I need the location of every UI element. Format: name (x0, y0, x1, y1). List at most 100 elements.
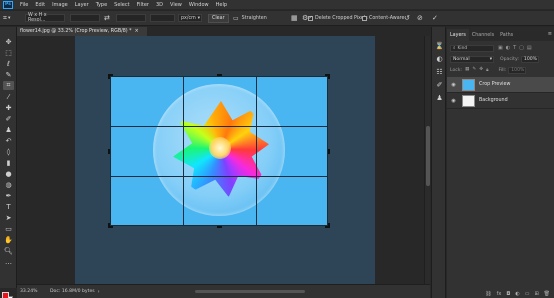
layer-crop-preview[interactable]: ◉ Crop Preview (447, 77, 554, 93)
status-menu-arrow[interactable]: › (98, 289, 100, 295)
lasso-tool[interactable]: ℓ (3, 59, 14, 68)
add-mask-icon[interactable]: ◘ (506, 291, 510, 297)
crop-handle-bottom-right[interactable] (325, 223, 330, 228)
tab-paths[interactable]: Paths (497, 29, 516, 41)
brush-tool[interactable]: ✐ (3, 114, 14, 123)
menu-select[interactable]: Select (114, 2, 129, 8)
adjustment-layer-icon[interactable]: ◐ (515, 291, 519, 297)
ratio-select[interactable]: W x H x Resol... (25, 13, 65, 23)
marquee-tool[interactable]: ⬚ (3, 48, 14, 57)
type-tool[interactable]: T (3, 202, 14, 211)
unit-select[interactable]: px/cm ▾ (178, 14, 202, 22)
gradient-tool[interactable]: ▮ (3, 158, 14, 167)
tab-channels[interactable]: Channels (469, 29, 497, 41)
resolution-field[interactable] (150, 14, 175, 22)
menu-edit[interactable]: Edit (35, 2, 45, 8)
eyedropper-tool[interactable]: ⁄ (3, 92, 14, 101)
lock-all-icon[interactable]: 🔒︎ (486, 67, 488, 73)
adjustments-panel-button[interactable]: ◐ (434, 54, 445, 63)
hand-tool[interactable]: ✋ (3, 235, 14, 244)
crop-handle-top[interactable] (217, 74, 222, 76)
adjustment-filter-icon[interactable]: ◐ (506, 45, 510, 51)
commit-button[interactable]: ✓ (432, 14, 438, 23)
menu-layer[interactable]: Layer (75, 2, 89, 8)
properties-panel-button[interactable]: ☷ (434, 67, 445, 76)
smart-object-filter-icon[interactable]: ▤ (527, 45, 532, 51)
history-brush-tool[interactable]: ↶ (3, 136, 14, 145)
cancel-button[interactable]: ⊘ (417, 14, 423, 23)
straighten-button[interactable]: ▭ Straighten (233, 14, 267, 23)
healing-tool[interactable]: ✚ (3, 103, 14, 112)
stamp-tool[interactable]: ♟ (3, 125, 14, 134)
tab-layers[interactable]: Layers (447, 29, 469, 41)
visibility-eye-icon[interactable]: ◉ (449, 98, 458, 104)
layer-style-icon[interactable]: fx (497, 291, 502, 297)
dodge-tool[interactable]: ◍ (3, 180, 14, 189)
path-select-tool[interactable]: ➤ (3, 213, 14, 222)
pixel-filter-icon[interactable]: ▣ (498, 45, 503, 51)
menu-type[interactable]: Type (96, 2, 107, 8)
menu-filter[interactable]: Filter (137, 2, 149, 8)
kind-filter-select[interactable]: ⌕ Kind (450, 44, 494, 52)
crop-icon: ⌗ (3, 14, 7, 22)
vertical-scroll-thumb[interactable] (426, 126, 430, 186)
crop-handle-bottom-left[interactable] (108, 223, 113, 228)
blur-tool[interactable]: ● (3, 169, 14, 178)
delete-cropped-checkbox[interactable]: Delete Cropped Pixels (308, 14, 368, 23)
crop-handle-top-left[interactable] (108, 74, 113, 79)
clone-source-panel-button[interactable]: ♟ (434, 93, 445, 102)
new-group-icon[interactable]: ▭ (525, 291, 530, 297)
delete-layer-icon[interactable]: 🗑︎ (544, 291, 550, 297)
horizontal-scroll-thumb[interactable] (195, 290, 305, 293)
reset-button[interactable]: ↺ (404, 14, 410, 23)
swap-button[interactable]: ⇄ (104, 14, 110, 23)
clear-button[interactable]: Clear (208, 14, 229, 23)
brush-panel-button[interactable]: ✐ (434, 80, 445, 89)
document-tab[interactable]: flower14.jpg @ 33.2% (Crop Preview, RGB/… (17, 27, 147, 36)
more-tools[interactable]: … (3, 257, 14, 266)
close-tab-icon[interactable]: × (135, 29, 139, 34)
crop-tool-preset[interactable]: ⌗ ▾ (3, 14, 10, 23)
crop-handle-top-right[interactable] (325, 74, 330, 79)
vertical-scrollbar[interactable] (424, 36, 430, 284)
width-field[interactable] (70, 14, 100, 22)
blend-mode-select[interactable]: Normal ▾ (450, 55, 494, 63)
history-panel-button[interactable]: ⌛ (434, 41, 445, 50)
foreground-color-swatch[interactable] (2, 292, 9, 298)
menu-image[interactable]: Image (52, 2, 68, 8)
fill-input[interactable]: 100% (508, 66, 527, 74)
new-layer-icon[interactable]: ⊞ (534, 291, 538, 297)
pen-tool[interactable]: ✒ (3, 191, 14, 200)
eraser-tool[interactable]: ◊ (3, 147, 14, 156)
shape-filter-icon[interactable]: ▢ (519, 45, 524, 51)
overlay-options-button[interactable]: ▦ (291, 14, 298, 23)
panel-menu-icon[interactable]: ≡ (548, 31, 552, 37)
quick-select-tool[interactable]: ✎ (3, 70, 14, 79)
crop-handle-right[interactable] (328, 149, 330, 154)
lock-transparent-icon[interactable]: ▦ (465, 67, 469, 73)
menu-file[interactable]: File (20, 2, 28, 8)
rectangle-tool[interactable]: ▭ (3, 224, 14, 233)
layer-background[interactable]: ◉ Background (447, 93, 554, 109)
menu-help[interactable]: Help (216, 2, 227, 8)
history-icon: ⌛ (435, 41, 444, 50)
content-aware-checkbox[interactable]: Content-Aware (362, 14, 404, 23)
height-field[interactable] (116, 14, 146, 22)
lock-pixels-icon[interactable]: ✎ (472, 67, 476, 73)
opacity-input[interactable]: 100% (520, 55, 539, 63)
link-layers-icon[interactable]: ⛓ (485, 291, 491, 297)
crop-canvas[interactable] (110, 76, 328, 226)
crop-handle-bottom[interactable] (217, 226, 222, 228)
horizontal-scrollbar[interactable] (175, 289, 345, 294)
type-filter-icon[interactable]: T (513, 45, 516, 51)
visibility-eye-icon[interactable]: ◉ (449, 82, 458, 88)
crop-tool[interactable]: ⌗ (3, 81, 14, 90)
menu-view[interactable]: View (170, 2, 182, 8)
move-tool[interactable]: ✥ (3, 37, 14, 46)
crop-handle-left[interactable] (108, 149, 110, 154)
menu-window[interactable]: Window (189, 2, 209, 8)
lock-position-icon[interactable]: ✥ (479, 67, 483, 73)
zoom-tool[interactable]: 🔍︎ (3, 246, 14, 255)
zoom-level[interactable]: 33.24% (20, 289, 46, 294)
menu-3d[interactable]: 3D (156, 2, 163, 8)
